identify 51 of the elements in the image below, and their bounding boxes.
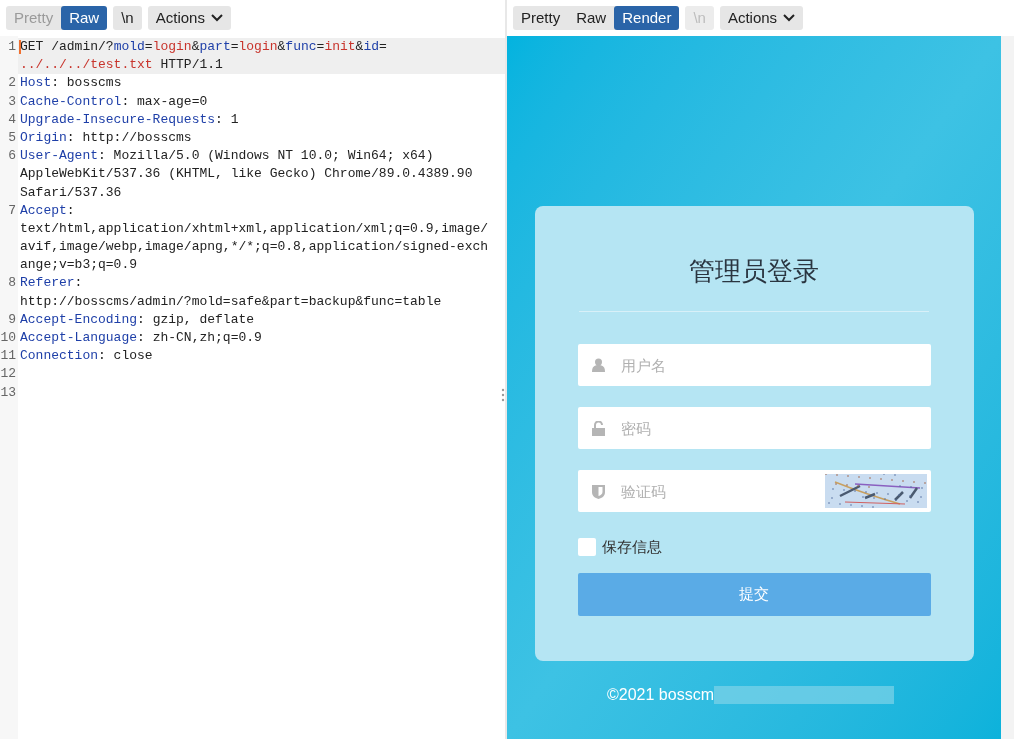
code-line: avif,image/webp,image/apng,*/*;q=0.8,application/signed-exch [20,238,489,257]
checkbox[interactable] [577,538,596,557]
code-line: User-Agent: Mozilla/5.0 (Windows NT 10.0; Win64; x64) [20,147,434,166]
code-line: Upgrade-Insecure-Requests: 1 [20,110,239,129]
code-line: http://bosscms/admin/?mold=safe&part=backup&func=table [20,292,442,311]
text-cursor [19,40,21,54]
actions-dropdown[interactable]: Actions [719,6,804,30]
code-line: text/html,application/xhtml+xml,application/xml;q=0.9,image/ [20,219,489,238]
code-line: Connection: close [20,347,153,366]
line-number: 4 [7,110,16,129]
line-number: 3 [7,92,16,111]
line-number: 13 [0,383,16,402]
input-field[interactable]: 用户名 [577,344,931,386]
line-number: 2 [7,74,16,93]
line-number: 1 [7,38,16,56]
line-number: 7 [7,201,16,220]
unlock-icon [591,421,605,436]
line-number: 12 [0,365,16,384]
code-line: AppleWebKit/537.36 (KHTML, like Gecko) Chrome/89.0.4389.90 [20,165,473,184]
input-field[interactable]: 密码 [577,407,931,449]
chevron-down-icon [210,14,223,22]
line-number: 8 [7,274,16,293]
code-line: Accept-Encoding: gzip, deflate [20,310,255,329]
code-line: Origin: http://bosscms [20,128,192,147]
checkbox-label: 保存信息 [601,537,662,557]
code-line: Accept: [20,201,75,220]
view-tab[interactable]: Raw [568,6,615,30]
login-title: 管理员登录 [689,255,819,288]
line-number: 6 [7,147,16,166]
view-tab[interactable]: Raw [61,6,108,30]
line-number: 11 [0,347,16,366]
view-tab[interactable]: Pretty [513,6,569,30]
copyright-text: ©2021 bosscm [607,685,714,705]
code-line: Cache-Control: max-age=0 [20,92,208,111]
shield-icon [591,484,605,499]
code-line: Host: bosscms [20,74,122,93]
line-number: 9 [7,310,16,329]
splitter-handle-icon [501,388,505,402]
view-tab[interactable]: Render [614,6,680,30]
line-number: 5 [7,128,16,147]
chevron-down-icon [783,14,796,22]
user-icon [591,358,605,372]
code-line: Referer: [20,274,83,293]
actions-dropdown[interactable]: Actions [147,6,231,30]
code-line: GET /admin/?mold=login&part=login&func=init&id= [20,38,387,56]
code-line: Accept-Language: zh-CN,zh;q=0.9 [20,329,262,347]
code-line: ../../../test.txt HTTP/1.1 [20,56,223,75]
newline-toggle[interactable]: \n [113,6,142,30]
code-line: ange;v=b3;q=0.9 [20,256,138,275]
line-number: 10 [0,329,16,347]
code-line: Safari/537.36 [20,183,122,202]
